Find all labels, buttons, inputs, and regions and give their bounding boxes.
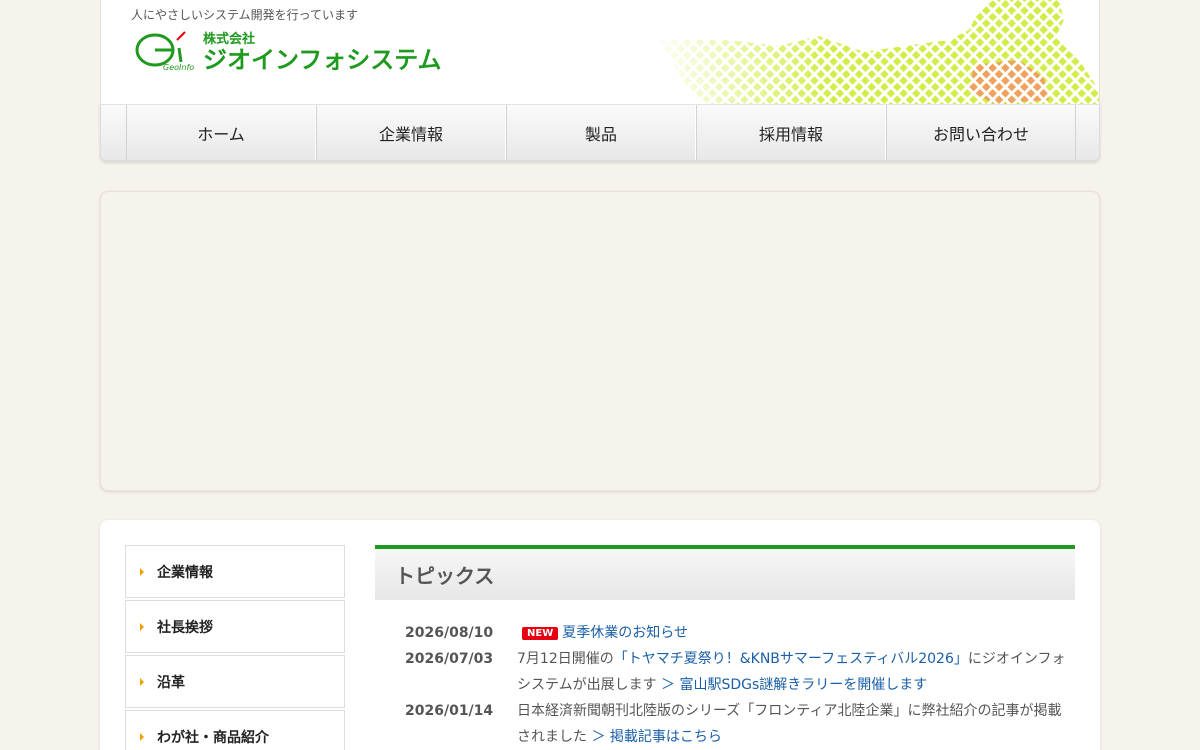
tagline: 人にやさしいシステム開発を行っています [131,8,359,22]
news-more-link[interactable]: ＞ 富山駅SDGs謎解きラリーを開催します [661,677,927,693]
arrow-right-icon [140,732,144,741]
news-text: 7月12日開催の [517,651,614,667]
nav-home[interactable]: ホーム [126,105,316,160]
hero-slider [100,191,1100,491]
news-date: 2026/07/03 [405,651,494,667]
company-prefix: 株式会社 [203,32,256,47]
sidebar-item-label: 沿革 [157,674,185,691]
news-date: 2026/08/10 [405,625,494,641]
nav-recruit[interactable]: 採用情報 [696,105,886,160]
nav-products[interactable]: 製品 [506,105,696,160]
arrow-right-icon [140,622,144,631]
arrow-right-icon [140,567,144,576]
sidebar-item-history[interactable]: 沿革 [125,655,345,708]
logo-text: 株式会社 ジオインフォシステム [203,33,442,72]
arrow-right-icon [140,677,144,686]
news-item: 2026/08/10 NEW 夏季休業のお知らせ [375,620,1075,646]
news-body: NEW 夏季休業のお知らせ [517,620,1073,646]
logo-mark-icon: GeoInfo [133,26,201,72]
sidebar-item-label: 企業情報 [157,564,213,581]
japan-map-illustration [649,0,1099,104]
news-body: 日本経済新聞朝刊北陸版のシリーズ「フロンティア北陸企業」に弊社紹介の記事が掲載さ… [517,698,1073,750]
nav-contact[interactable]: お問い合わせ [886,105,1076,160]
topics-heading: トピックス [375,545,1075,600]
site-header: 人にやさしいシステム開発を行っています GeoInfo 株式会社 ジオインフォシ… [100,0,1100,104]
news-body: 7月12日開催の「トヤマチ夏祭り！&KNBサマーフェスティバル2026」にジオイ… [517,646,1073,698]
news-more-link[interactable]: ＞ 掲載記事はこちら [591,729,721,745]
logo-mark-text: GeoInfo [163,63,194,72]
global-nav: ホーム 企業情報 製品 採用情報 お問い合わせ [100,104,1100,161]
sidebar-item-greeting[interactable]: 社長挨拶 [125,600,345,653]
company-logo[interactable]: GeoInfo 株式会社 ジオインフォシステム [133,26,442,72]
sidebar-item-company-info[interactable]: 企業情報 [125,545,345,598]
company-name: ジオインフォシステム [203,46,442,74]
news-item: 2026/01/14 日本経済新聞朝刊北陸版のシリーズ「フロンティア北陸企業」に… [375,698,1075,750]
news-item: 2026/07/03 7月12日開催の「トヤマチ夏祭り！&KNBサマーフェスティ… [375,646,1075,698]
sidebar-item-label: 社長挨拶 [157,619,213,636]
news-date: 2026/01/14 [405,703,494,719]
sidebar-item-introduction[interactable]: わが社・商品紹介 [125,710,345,750]
page-wrapper: 人にやさしいシステム開発を行っています GeoInfo 株式会社 ジオインフォシ… [100,0,1100,750]
topics-section: トピックス 2026/08/10 NEW 夏季休業のお知らせ 2026/07/03… [375,545,1075,750]
news-link[interactable]: 「トヤマチ夏祭り！&KNBサマーフェスティバル2026」 [614,651,968,667]
main-content: 企業情報 社長挨拶 沿革 わが社・商品紹介 トピックス 2026/08/10 N… [100,520,1100,750]
sidebar-item-label: わが社・商品紹介 [157,729,269,746]
news-list: 2026/08/10 NEW 夏季休業のお知らせ 2026/07/03 7月12日… [375,620,1075,750]
sidebar-menu: 企業情報 社長挨拶 沿革 わが社・商品紹介 [125,545,345,750]
new-badge: NEW [522,627,559,640]
news-link[interactable]: 夏季休業のお知らせ [562,625,688,641]
nav-company-info[interactable]: 企業情報 [316,105,506,160]
